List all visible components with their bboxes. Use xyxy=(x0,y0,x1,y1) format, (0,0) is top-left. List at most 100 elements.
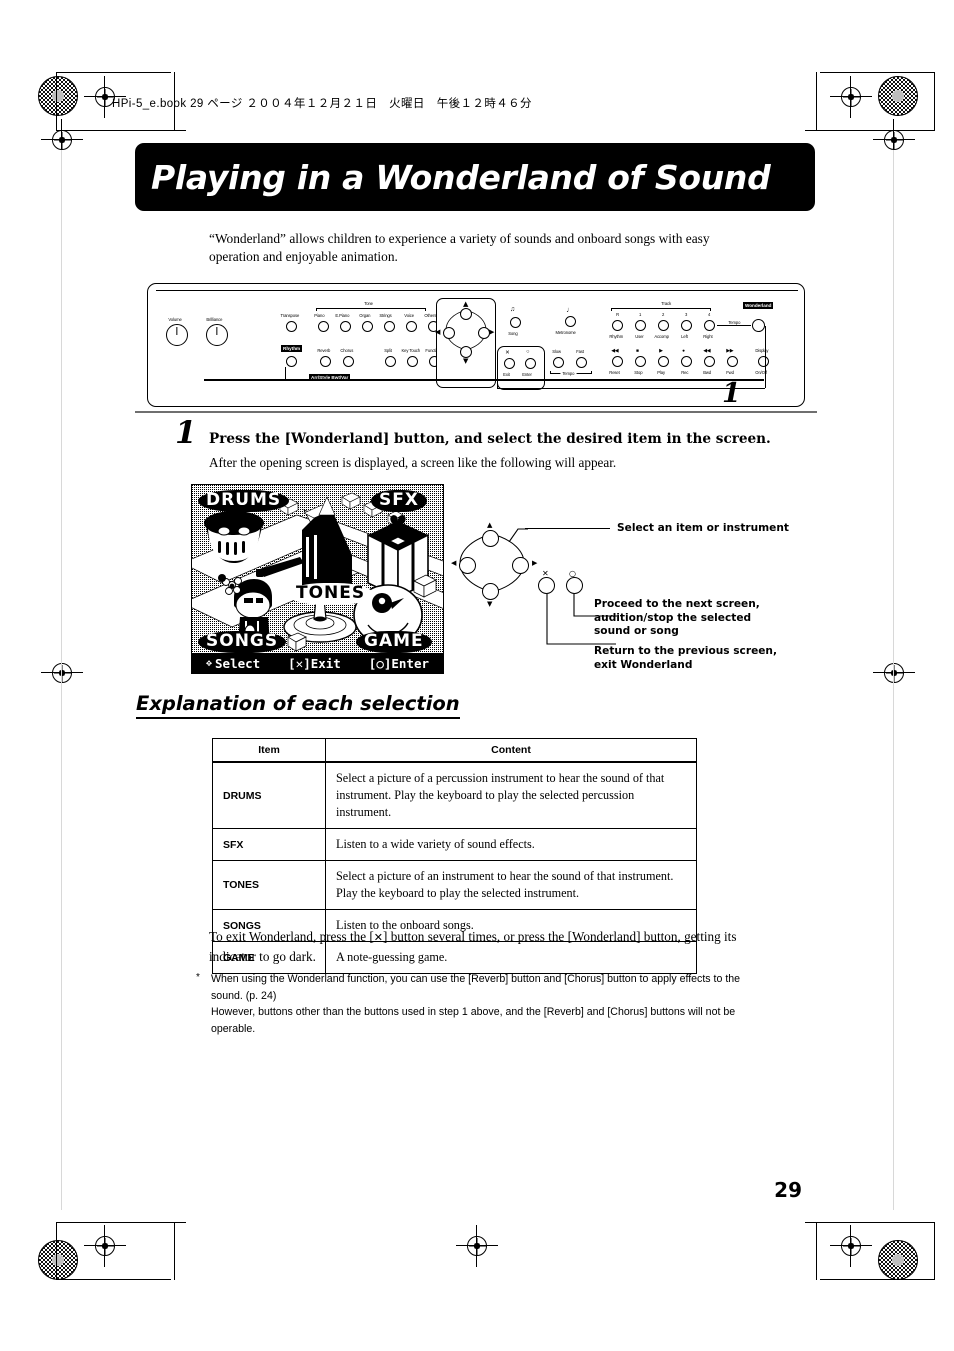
table-cell-item: TONES xyxy=(212,860,326,910)
panel-button-track-4[interactable] xyxy=(704,320,715,331)
callout-text-proceed: Proceed to the next screen, audition/sto… xyxy=(594,598,760,638)
lcd-item-songs[interactable]: SONGS xyxy=(198,631,287,653)
panel-button-track-1[interactable] xyxy=(635,320,646,331)
registration-mark-br-1 xyxy=(830,1225,872,1267)
panel-icon-metronome: ♩ xyxy=(566,305,574,314)
callout-left-arrow-icon: ◀ xyxy=(451,559,457,567)
lcd-item-game[interactable]: GAME xyxy=(356,631,432,653)
panel-button-piano[interactable] xyxy=(318,321,329,332)
registration-mark-bl-1 xyxy=(84,1225,126,1267)
wonderland-leader-vertical xyxy=(765,326,766,388)
panel-button-tempo-fast[interactable] xyxy=(576,357,587,368)
panel-label-fast: Fast xyxy=(576,349,584,354)
halftone-mark-bottom-right xyxy=(878,1240,918,1280)
panel-button-transpose[interactable] xyxy=(286,321,297,332)
panel-icon-rec: ● xyxy=(682,348,685,354)
panel-button-tempo-slow[interactable] xyxy=(553,357,564,368)
panel-button-stop[interactable] xyxy=(635,356,646,367)
step-number: 1 xyxy=(175,415,197,451)
panel-button-fwd[interactable] xyxy=(727,356,738,367)
table-cell-content: Select a picture of an instrument to hea… xyxy=(325,860,697,910)
panel-dpad-left-arrow-icon: ◀ xyxy=(435,328,441,336)
panel-label-enter: Enter xyxy=(522,372,532,377)
panel-label-rec: Rec xyxy=(681,370,689,375)
panel-button-reverb[interactable] xyxy=(320,356,331,367)
panel-label-voice: Voice xyxy=(404,313,414,318)
lcd-item-sfx[interactable]: SFX xyxy=(371,490,427,512)
trim-guide-right xyxy=(893,150,894,1210)
lcd-item-tones[interactable]: TONES xyxy=(288,583,374,605)
panel-button-voice[interactable] xyxy=(406,321,417,332)
panel-label-track-left: Left xyxy=(681,334,688,339)
page-title-banner: Playing in a Wonderland of Sound xyxy=(135,143,815,211)
panel-icon-fwd: ▶▶ xyxy=(726,348,734,354)
panel-button-bwd[interactable] xyxy=(704,356,715,367)
panel-icon-reset: ◀◀ xyxy=(611,348,619,354)
panel-button-song[interactable] xyxy=(510,317,521,328)
panel-button-split[interactable] xyxy=(385,356,396,367)
callout-button-exit[interactable] xyxy=(538,577,555,594)
table-row: DRUMS Select a picture of a percussion i… xyxy=(212,761,697,829)
panel-label-organ: Organ xyxy=(359,313,371,318)
panel-button-organ[interactable] xyxy=(362,321,373,332)
panel-label-others: Others xyxy=(424,313,437,318)
panel-button-strings[interactable] xyxy=(384,321,395,332)
panel-button-track-2[interactable] xyxy=(658,320,669,331)
callout-button-up[interactable] xyxy=(482,530,499,547)
lcd-item-drums[interactable]: DRUMS xyxy=(198,490,290,512)
panel-button-metronome[interactable] xyxy=(565,316,576,327)
panel-button-dpad-left[interactable] xyxy=(443,327,455,339)
panel-button-reset[interactable] xyxy=(612,356,623,367)
panel-button-key-touch[interactable] xyxy=(407,356,418,367)
panel-knob-brilliance[interactable] xyxy=(206,324,228,346)
registration-mark-tr-1 xyxy=(830,76,872,118)
panel-label-brilliance: Brilliance xyxy=(206,317,223,322)
panel-button-wonderland[interactable] xyxy=(752,319,765,332)
control-panel-illustration: Volume Brilliance Transpose Tone Piano E… xyxy=(147,283,805,407)
panel-button-epiano[interactable] xyxy=(340,321,351,332)
panel-button-track-3[interactable] xyxy=(681,320,692,331)
halftone-mark-top-left xyxy=(38,76,78,116)
footnote-line-2: However, buttons other than the buttons … xyxy=(211,1006,736,1035)
panel-button-track-r[interactable] xyxy=(612,320,623,331)
panel-button-chorus[interactable] xyxy=(343,356,354,367)
panel-dpad-up-arrow-icon: ▲ xyxy=(463,300,469,308)
panel-button-exit[interactable] xyxy=(504,358,515,369)
callout-leader-select-hook xyxy=(508,528,528,542)
callout-button-right[interactable] xyxy=(512,557,529,574)
panel-button-display[interactable] xyxy=(758,356,769,367)
callout-text-return: Return to the previous screen, exit Wond… xyxy=(594,645,778,671)
halftone-mark-top-right xyxy=(878,76,918,116)
panel-callout-number-1: 1 xyxy=(722,378,741,409)
panel-label-track-r: R xyxy=(616,312,620,317)
panel-label-tempo: Tempo xyxy=(560,371,577,376)
panel-knob-volume[interactable] xyxy=(166,324,188,346)
panel-icon-exit-x: ✕ xyxy=(505,350,510,356)
panel-button-rec[interactable] xyxy=(681,356,692,367)
panel-label-stop: Stop xyxy=(634,370,643,375)
panel-button-dpad-up[interactable] xyxy=(460,308,472,320)
table-header-row: Item Content xyxy=(212,738,697,763)
panel-label-reset: Reset xyxy=(609,370,620,375)
lcd-dpad-icon: ✥ xyxy=(205,657,213,669)
panel-button-play[interactable] xyxy=(658,356,669,367)
panel-button-enter[interactable] xyxy=(525,358,536,369)
panel-tempo-connector xyxy=(717,325,751,326)
halftone-mark-bottom-left xyxy=(38,1240,78,1280)
lcd-hint-exit: [✕]Exit xyxy=(288,656,341,671)
panel-label-wonderland: Wonderland xyxy=(743,302,774,309)
panel-label-slow: Slow xyxy=(552,349,561,354)
page-title: Playing in a Wonderland of Sound xyxy=(151,157,771,197)
callout-button-enter[interactable] xyxy=(566,577,583,594)
callout-button-left[interactable] xyxy=(459,557,476,574)
lcd-hint-select: ✥ Select xyxy=(206,656,260,671)
panel-icon-play: ▶ xyxy=(659,348,663,354)
lcd-hint-enter-label: [○]Enter xyxy=(368,655,430,671)
panel-label-track-rhythm: Rhythm xyxy=(609,334,624,339)
callout-button-down[interactable] xyxy=(482,583,499,600)
callout-text-select: Select an item or instrument xyxy=(617,522,789,534)
panel-label-track-accomp: Accomp xyxy=(654,334,669,339)
panel-button-rhythm[interactable] xyxy=(286,356,297,367)
table-row: SFX Listen to a wide variety of sound ef… xyxy=(212,828,697,861)
book-header-line: HPi-5_e.book 29 ページ ２００４年１２月２１日 火曜日 午後１２… xyxy=(112,98,532,110)
